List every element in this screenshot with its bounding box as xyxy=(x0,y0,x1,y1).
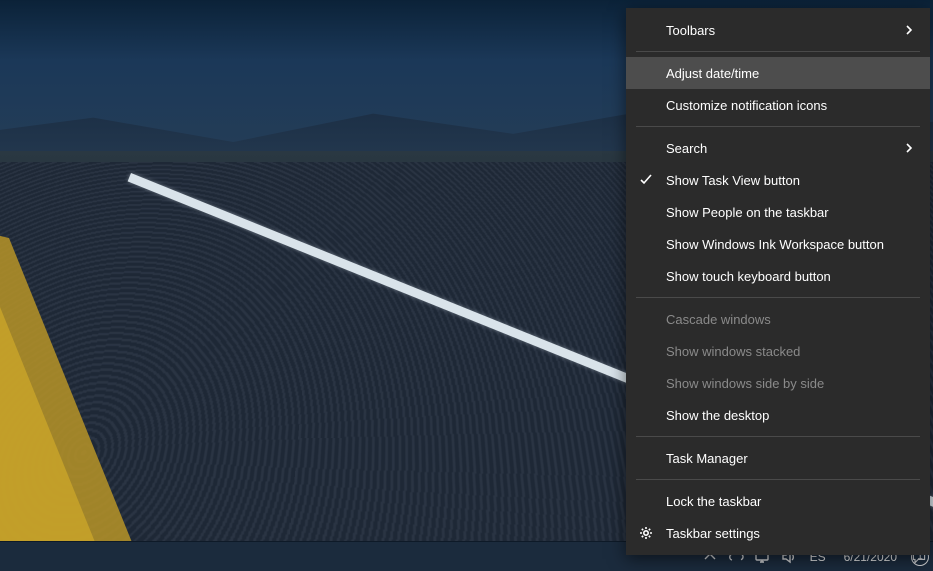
menu-customize-notification-icons[interactable]: Customize notification icons xyxy=(626,89,930,121)
menu-show-ink-workspace[interactable]: Show Windows Ink Workspace button xyxy=(626,228,930,260)
menu-taskbar-settings-label: Taskbar settings xyxy=(666,526,760,541)
menu-show-windows-stacked: Show windows stacked xyxy=(626,335,930,367)
menu-show-ink-workspace-label: Show Windows Ink Workspace button xyxy=(666,237,884,252)
menu-lock-taskbar-label: Lock the taskbar xyxy=(666,494,761,509)
menu-adjust-datetime-label: Adjust date/time xyxy=(666,66,759,81)
gear-icon xyxy=(638,525,654,541)
menu-lock-taskbar[interactable]: Lock the taskbar xyxy=(626,485,930,517)
menu-show-windows-stacked-label: Show windows stacked xyxy=(666,344,800,359)
menu-show-task-view-button-label: Show Task View button xyxy=(666,173,800,188)
menu-adjust-datetime[interactable]: Adjust date/time xyxy=(626,57,930,89)
menu-toolbars-label: Toolbars xyxy=(666,23,715,38)
chevron-right-icon xyxy=(904,23,914,38)
menu-taskbar-settings[interactable]: Taskbar settings xyxy=(626,517,930,549)
menu-show-people[interactable]: Show People on the taskbar xyxy=(626,196,930,228)
menu-show-touch-keyboard-label: Show touch keyboard button xyxy=(666,269,831,284)
chevron-right-icon xyxy=(904,141,914,156)
menu-customize-notification-icons-label: Customize notification icons xyxy=(666,98,827,113)
menu-show-people-label: Show People on the taskbar xyxy=(666,205,829,220)
menu-show-desktop-label: Show the desktop xyxy=(666,408,769,423)
menu-toolbars[interactable]: Toolbars xyxy=(626,14,930,46)
check-icon xyxy=(638,172,654,188)
menu-search[interactable]: Search xyxy=(626,132,930,164)
menu-separator xyxy=(636,479,920,480)
menu-show-touch-keyboard[interactable]: Show touch keyboard button xyxy=(626,260,930,292)
menu-separator xyxy=(636,436,920,437)
menu-show-desktop[interactable]: Show the desktop xyxy=(626,399,930,431)
menu-cascade-windows-label: Cascade windows xyxy=(666,312,771,327)
menu-cascade-windows: Cascade windows xyxy=(626,303,930,335)
menu-separator xyxy=(636,297,920,298)
menu-show-task-view-button[interactable]: Show Task View button xyxy=(626,164,930,196)
menu-separator xyxy=(636,126,920,127)
menu-search-label: Search xyxy=(666,141,707,156)
menu-separator xyxy=(636,51,920,52)
menu-task-manager[interactable]: Task Manager xyxy=(626,442,930,474)
menu-show-windows-side-by-side: Show windows side by side xyxy=(626,367,930,399)
menu-show-windows-side-by-side-label: Show windows side by side xyxy=(666,376,824,391)
menu-task-manager-label: Task Manager xyxy=(666,451,748,466)
taskbar-context-menu: Toolbars Adjust date/time Customize noti… xyxy=(626,8,930,555)
